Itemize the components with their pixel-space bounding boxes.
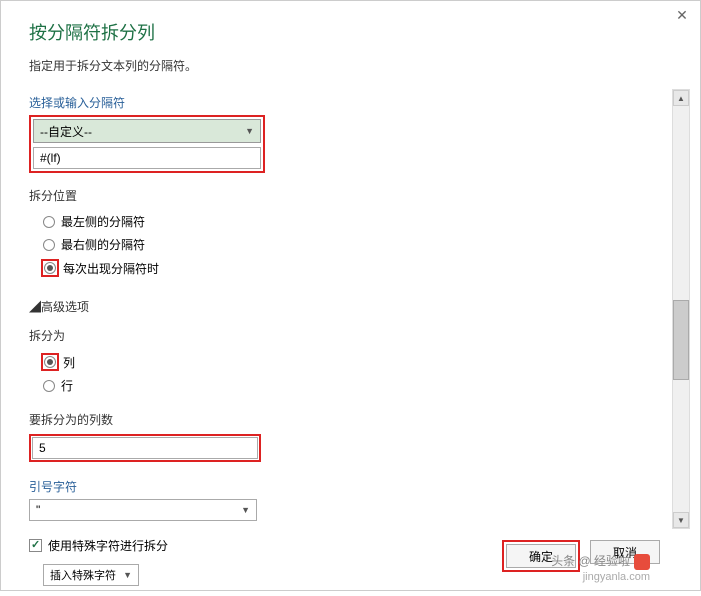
insert-special-select[interactable]: 插入特殊字符 ▼ (43, 564, 139, 586)
scroll-thumb[interactable] (673, 300, 689, 380)
delimiter-label: 选择或输入分隔符 (29, 94, 672, 111)
ok-highlight: 确定 (502, 540, 580, 572)
radio-rightmost-row[interactable]: 最右侧的分隔符 (29, 233, 672, 256)
delimiter-section: 选择或输入分隔符 --自定义-- ▼ (29, 94, 672, 187)
quote-char-label: 引号字符 (29, 478, 672, 495)
delimiter-select[interactable]: --自定义-- ▼ (33, 119, 261, 143)
radio-column-highlight (41, 353, 59, 371)
radio-each-highlight (41, 259, 59, 277)
quote-char-value: " (36, 503, 40, 517)
advanced-label: 高级选项 (41, 300, 89, 314)
quote-char-section: 引号字符 " ▼ (29, 478, 672, 521)
split-position-label: 拆分位置 (29, 187, 672, 204)
cancel-button[interactable]: 取消 (590, 540, 660, 564)
collapse-icon: ◢ (29, 300, 41, 314)
custom-delimiter-input[interactable] (33, 147, 261, 169)
chevron-down-icon: ▼ (123, 570, 132, 580)
radio-column-label: 列 (63, 354, 75, 371)
content-area: 按分隔符拆分列 指定用于拆分文本列的分隔符。 选择或输入分隔符 --自定义-- … (1, 1, 700, 596)
radio-row-row[interactable]: 行 (29, 374, 672, 397)
radio-each-row[interactable]: 每次出现分隔符时 (29, 256, 672, 280)
radio-each-label: 每次出现分隔符时 (63, 260, 159, 277)
delimiter-selected-value: --自定义-- (40, 123, 92, 140)
radio-rightmost[interactable] (43, 239, 55, 251)
col-count-highlight (29, 434, 261, 462)
split-as-label: 拆分为 (29, 327, 672, 344)
advanced-section: ◢高级选项 (29, 298, 672, 315)
radio-row[interactable] (43, 380, 55, 392)
advanced-toggle[interactable]: ◢高级选项 (29, 300, 89, 314)
col-count-section: 要拆分为的列数 (29, 411, 672, 462)
quote-char-select[interactable]: " ▼ (29, 499, 257, 521)
radio-each[interactable] (44, 262, 56, 274)
dialog-title: 按分隔符拆分列 (29, 19, 672, 45)
scroll-down-icon[interactable]: ▼ (673, 512, 689, 528)
split-as-section: 拆分为 列 行 (29, 327, 672, 397)
dialog-container: ✕ 按分隔符拆分列 指定用于拆分文本列的分隔符。 选择或输入分隔符 --自定义-… (0, 0, 701, 591)
col-count-input[interactable] (32, 437, 258, 459)
radio-row-label: 行 (61, 377, 73, 394)
radio-leftmost-label: 最左侧的分隔符 (61, 213, 145, 230)
col-count-label: 要拆分为的列数 (29, 411, 672, 428)
special-chars-label: 使用特殊字符进行拆分 (48, 537, 168, 554)
chevron-down-icon: ▼ (241, 505, 250, 515)
ok-button[interactable]: 确定 (506, 544, 576, 568)
radio-leftmost[interactable] (43, 216, 55, 228)
delimiter-highlight: --自定义-- ▼ (29, 115, 265, 173)
scrollbar[interactable]: ▲ ▼ (672, 89, 690, 529)
radio-leftmost-row[interactable]: 最左侧的分隔符 (29, 210, 672, 233)
radio-rightmost-label: 最右侧的分隔符 (61, 236, 145, 253)
close-icon[interactable]: ✕ (674, 7, 690, 23)
chevron-down-icon: ▼ (245, 126, 254, 136)
scroll-up-icon[interactable]: ▲ (673, 90, 689, 106)
radio-column[interactable] (44, 356, 56, 368)
dialog-subtitle: 指定用于拆分文本列的分隔符。 (29, 57, 672, 74)
special-chars-checkbox[interactable] (29, 539, 42, 552)
insert-special-label: 插入特殊字符 (50, 567, 116, 583)
split-position-section: 拆分位置 最左侧的分隔符 最右侧的分隔符 每次出现分隔符时 (29, 187, 672, 280)
footer: 确定 取消 (502, 540, 660, 572)
radio-column-row[interactable]: 列 (29, 350, 672, 374)
